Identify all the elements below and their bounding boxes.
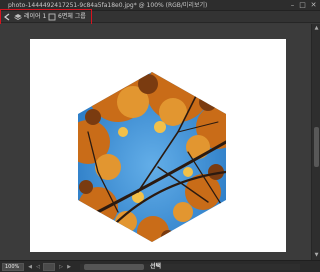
canvas-area[interactable] [0,24,320,260]
last-page-icon[interactable]: ▶ [65,263,73,271]
layer-breadcrumb-toolbar: 레이어 1 6면체 그룹 [0,11,320,23]
hexagon-photo[interactable] [78,72,226,242]
minimize-button[interactable]: – [288,1,297,10]
prev-page-icon[interactable]: ◁ [34,263,42,271]
document-title: photo-1444492417251-9c84a5fa18e0.jpg* @ … [8,2,208,9]
document-canvas[interactable] [30,39,286,252]
back-arrow-icon[interactable] [3,13,11,21]
zoom-field[interactable]: 100% [2,263,24,271]
shape-group-link[interactable]: 6면체 그룹 [58,12,86,22]
horizontal-scroll-thumb[interactable] [84,264,144,270]
close-button[interactable]: ✕ [309,1,318,10]
status-bar: 100% ◀ ◁ ▷ ▶ 선택 [0,260,320,272]
next-page-icon[interactable]: ▷ [57,263,65,271]
page-field[interactable] [43,263,55,271]
vertical-scroll-thumb[interactable] [314,127,319,167]
vertical-scrollbar[interactable]: ▲ ▼ [311,24,320,260]
first-page-icon[interactable]: ◀ [26,263,34,271]
maximize-button[interactable]: □ [298,1,307,10]
scroll-down-icon[interactable]: ▼ [313,252,320,259]
status-label: 선택 [150,263,162,270]
scroll-up-icon[interactable]: ▲ [313,25,320,32]
group-icon [48,13,56,21]
layers-icon[interactable] [14,13,22,21]
horizontal-scrollbar[interactable] [80,264,300,270]
layer-name-link[interactable]: 레이어 1 [24,12,46,22]
title-bar: photo-1444492417251-9c84a5fa18e0.jpg* @ … [0,0,320,11]
